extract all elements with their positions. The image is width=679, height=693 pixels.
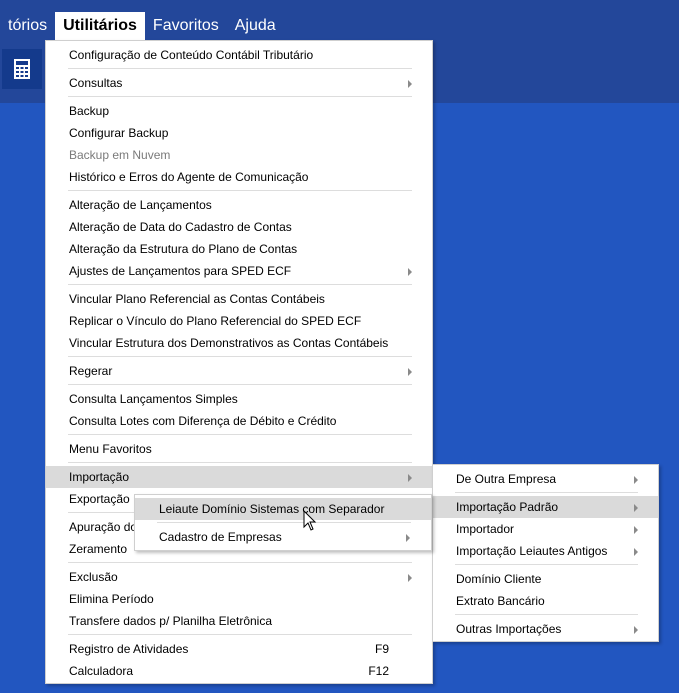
menu-item-vincular-estrutura-dos-demonstrativos-as-contas-contabeis[interactable]: Vincular Estrutura dos Demonstrativos as… [46, 332, 432, 354]
menu-item-importacao[interactable]: Importação [46, 466, 432, 488]
menu-item-consultas[interactable]: Consultas [46, 72, 432, 94]
menu-item-label: Extrato Bancário [456, 594, 545, 608]
menu-item-label: Apuração do [69, 520, 138, 534]
menu-item-label: Backup [69, 104, 110, 118]
menu-item-historico-e-erros-do-agente-de-comunicacao[interactable]: Histórico e Erros do Agente de Comunicaç… [46, 166, 432, 188]
menu-item-label: Backup em Nuvem [69, 148, 171, 162]
menu-item-consulta-lancamentos-simples[interactable]: Consulta Lançamentos Simples [46, 388, 432, 410]
menu-item-label: Importação Leiautes Antigos [456, 544, 608, 558]
menu-item-label: Histórico e Erros do Agente de Comunicaç… [69, 170, 309, 184]
menu-item-label: Consulta Lançamentos Simples [69, 392, 238, 406]
menu-item-label: Importador [456, 522, 515, 536]
menu-item-cadastro-de-empresas[interactable]: Cadastro de Empresas [135, 526, 431, 548]
submenu-arrow-icon [406, 534, 410, 542]
menu-item-label: Configuração de Conteúdo Contábil Tribut… [69, 48, 314, 62]
menu-item-importacao-padrao[interactable]: Importação Padrão [433, 496, 658, 518]
menu-item-label: Vincular Plano Referencial as Contas Con… [69, 292, 325, 306]
menu-item-label: Consultas [69, 76, 123, 90]
menu-item-registro-de-atividades[interactable]: Registro de Atividades F9 [46, 638, 432, 660]
menu-item-extrato-bancario[interactable]: Extrato Bancário [433, 590, 658, 612]
shortcut-label: F9 [374, 642, 389, 656]
submenu-arrow-icon [408, 368, 412, 376]
calculator-icon [14, 59, 30, 79]
calculator-button[interactable] [2, 49, 42, 89]
menu-item-label: Cadastro de Empresas [159, 530, 282, 544]
menu-favoritos[interactable]: Favoritos [145, 12, 227, 40]
submenu-arrow-icon [634, 476, 638, 484]
importacao-padrao-submenu: Leiaute Domínio Sistemas com Separador Ca… [134, 494, 432, 551]
shortcut-label: F12 [368, 664, 389, 678]
menu-item-label: Vincular Estrutura dos Demonstrativos as… [69, 336, 389, 350]
menu-item-label: Leiaute Domínio Sistemas com Separador [159, 502, 385, 516]
menu-item-label: Alteração da Estrutura do Plano de Conta… [69, 242, 298, 256]
menu-item-label: Menu Favoritos [69, 442, 152, 456]
menu-bar: tórios Utilitários Favoritos Ajuda [0, 12, 284, 40]
menu-item-backup-em-nuvem[interactable]: Backup em Nuvem [46, 144, 432, 166]
submenu-arrow-icon [634, 548, 638, 556]
menu-item-outras-importacoes[interactable]: Outras Importações [433, 618, 658, 640]
menu-item-importador[interactable]: Importador [433, 518, 658, 540]
menu-item-label: Replicar o Vínculo do Plano Referencial … [69, 314, 362, 328]
submenu-arrow-icon [408, 268, 412, 276]
menu-item-label: Exclusão [69, 570, 118, 584]
menu-item-label: Regerar [69, 364, 113, 378]
menu-item-label: Consulta Lotes com Diferença de Débito e… [69, 414, 337, 428]
menu-item-elimina-periodo[interactable]: Elimina Período [46, 588, 432, 610]
submenu-arrow-icon [634, 504, 638, 512]
menu-item-transfere-dados-p-planilha-eletronica[interactable]: Transfere dados p/ Planilha Eletrônica [46, 610, 432, 632]
menu-utilitarios[interactable]: Utilitários [55, 12, 145, 40]
menu-item-de-outra-empresa[interactable]: De Outra Empresa [433, 468, 658, 490]
submenu-arrow-icon [408, 474, 412, 482]
menu-item-regerar[interactable]: Regerar [46, 360, 432, 382]
menu-item-label: Calculadora [69, 664, 134, 678]
submenu-arrow-icon [408, 80, 412, 88]
menu-item-backup[interactable]: Backup [46, 100, 432, 122]
menu-item-label: De Outra Empresa [456, 472, 557, 486]
menu-item-alteracao-da-estrutura-do-plano-de-contas[interactable]: Alteração da Estrutura do Plano de Conta… [46, 238, 432, 260]
menu-item-label: Alteração de Data do Cadastro de Contas [69, 220, 292, 234]
menu-item-menu-favoritos[interactable]: Menu Favoritos [46, 438, 432, 460]
menu-item-label: Alteração de Lançamentos [69, 198, 212, 212]
menu-ajuda[interactable]: Ajuda [227, 12, 284, 40]
menu-item-consulta-lotes-com-diferenca-de-debito-e-credito[interactable]: Consulta Lotes com Diferença de Débito e… [46, 410, 432, 432]
menu-item-importacao-leiautes-antigos[interactable]: Importação Leiautes Antigos [433, 540, 658, 562]
submenu-arrow-icon [634, 626, 638, 634]
menu-item-vincular-plano-referencial-as-contas-contabeis[interactable]: Vincular Plano Referencial as Contas Con… [46, 288, 432, 310]
menu-item-alteracao-de-lancamentos[interactable]: Alteração de Lançamentos [46, 194, 432, 216]
submenu-arrow-icon [634, 526, 638, 534]
menu-item-label: Configurar Backup [69, 126, 169, 140]
menu-item-exclusao[interactable]: Exclusão [46, 566, 432, 588]
menu-item-calculadora[interactable]: Calculadora F12 [46, 660, 432, 682]
menu-item-configuracao-de-conteudo-contabil-tributario[interactable]: Configuração de Conteúdo Contábil Tribut… [46, 44, 432, 66]
importacao-submenu: De Outra Empresa Importação Padrão Importa… [432, 464, 659, 642]
menu-item-configurar-backup[interactable]: Configurar Backup [46, 122, 432, 144]
menu-item-label: Ajustes de Lançamentos para SPED ECF [69, 264, 292, 278]
menu-item-replicar-o-vinculo-do-plano-referencial-do-sped-ecf[interactable]: Replicar o Vínculo do Plano Referencial … [46, 310, 432, 332]
menu-item-label: Outras Importações [456, 622, 562, 636]
menu-item-label: Zeramento [69, 542, 128, 556]
menu-item-label: Transfere dados p/ Planilha Eletrônica [69, 614, 273, 628]
menu-item-alteracao-de-data-do-cadastro-de-contas[interactable]: Alteração de Data do Cadastro de Contas [46, 216, 432, 238]
menu-item-label: Elimina Período [69, 592, 154, 606]
menu-torios[interactable]: tórios [0, 12, 55, 40]
menu-item-leiaute-dominio-sistemas-com-separador[interactable]: Leiaute Domínio Sistemas com Separador [135, 498, 431, 520]
submenu-arrow-icon [408, 574, 412, 582]
menu-item-label: Registro de Atividades [69, 642, 189, 656]
menu-item-dominio-cliente[interactable]: Domínio Cliente [433, 568, 658, 590]
menu-item-label: Importação Padrão [456, 500, 559, 514]
menu-item-label: Importação [69, 470, 130, 484]
menu-item-label: Exportação [69, 492, 130, 506]
utilitarios-menu: Configuração de Conteúdo Contábil Tribut… [45, 40, 433, 684]
mouse-cursor-icon [303, 510, 317, 531]
menu-item-label: Domínio Cliente [456, 572, 542, 586]
menu-item-ajustes-de-lancamentos-para-sped-ecf[interactable]: Ajustes de Lançamentos para SPED ECF [46, 260, 432, 282]
